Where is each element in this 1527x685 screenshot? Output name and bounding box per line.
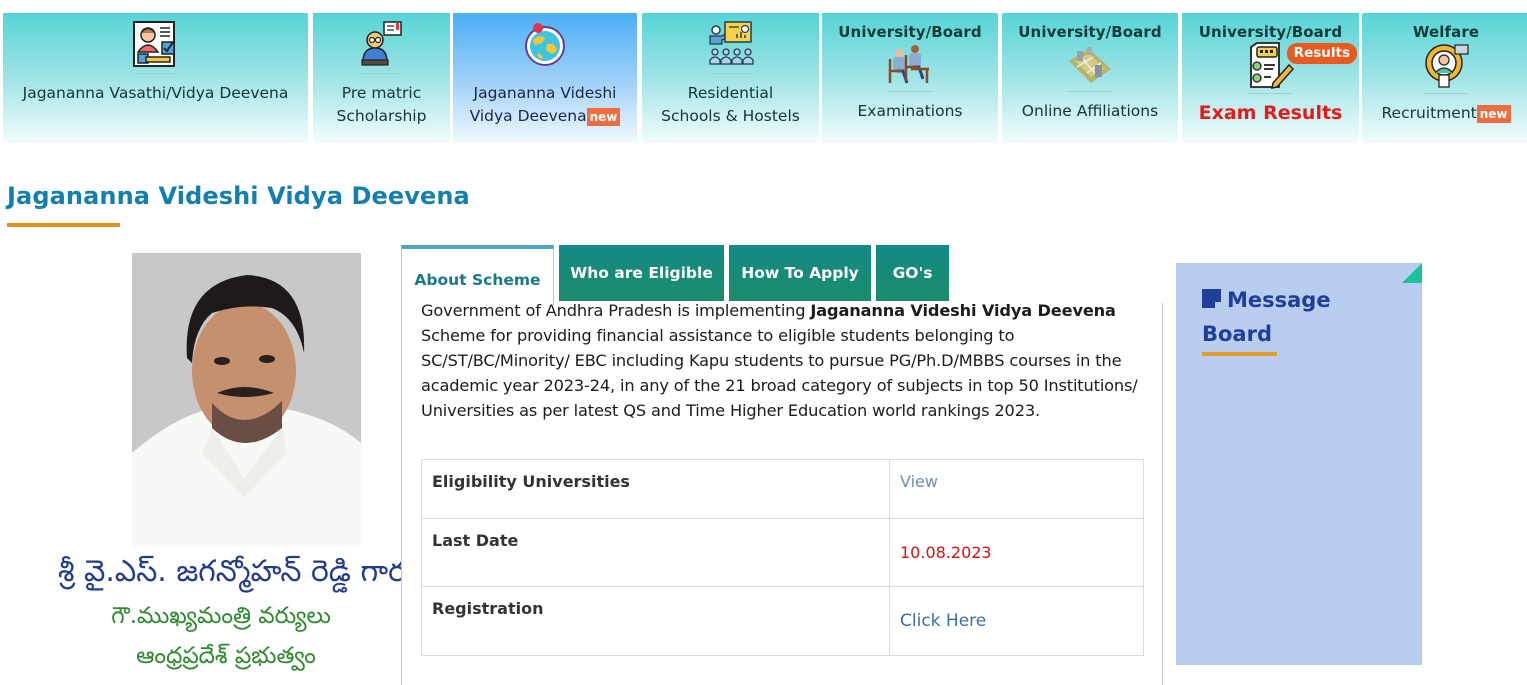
exam-students-icon bbox=[888, 45, 929, 84]
message-board-title-line1: Message bbox=[1227, 288, 1331, 312]
nav-card-online-affiliations[interactable]: University/Board Online Affiliations bbox=[1002, 13, 1178, 143]
table-row: Last Date 10.08.2023 bbox=[421, 518, 1144, 587]
application-form-icon bbox=[132, 21, 175, 67]
nav-card-pre-matric-scholarship[interactable]: Pre matric Scholarship bbox=[313, 13, 450, 143]
nav-card-exam-results[interactable]: University/Board Results Exam Results bbox=[1182, 13, 1359, 143]
title-underline bbox=[7, 223, 120, 227]
scheme-info-table: Eligibility Universities View Last Date … bbox=[421, 459, 1144, 656]
about-scheme-description: Government of Andhra Pradesh is implemen… bbox=[421, 298, 1146, 423]
nav-card-label-line1: Residential bbox=[687, 84, 774, 102]
tab-gos[interactable]: GO's bbox=[876, 245, 949, 301]
tab-about-scheme[interactable]: About Scheme bbox=[401, 245, 554, 305]
nav-card-label-line2: Vidya Deevena new bbox=[453, 105, 637, 128]
cm-designation-telugu: గౌ.ముఖ్యమంత్రి వర్యులు bbox=[111, 603, 331, 629]
cm-name-telugu: శ్రీ వై.ఎస్. జగన్మోహన్ రెడ్డి గారు bbox=[58, 554, 402, 589]
portrait-image bbox=[132, 253, 361, 546]
tab-how-to-apply[interactable]: How To Apply bbox=[729, 245, 871, 301]
page-fold-corner bbox=[1402, 263, 1422, 283]
content-panel-right-border bbox=[1162, 303, 1163, 685]
message-board-underline bbox=[1202, 352, 1277, 356]
student-reading-icon bbox=[360, 21, 402, 66]
nav-card-vasathi-vidya-deevena[interactable]: Jagananna Vasathi/Vidya Deevena bbox=[3, 13, 308, 143]
results-badge: Results bbox=[1286, 43, 1357, 64]
nav-card-head: University/Board bbox=[1198, 23, 1343, 41]
nav-card-university-examinations[interactable]: University/Board Examinations bbox=[822, 13, 998, 143]
nav-card-label-line2: Scholarship bbox=[336, 107, 427, 125]
page-title: Jagananna Videshi Vidya Deevena bbox=[7, 182, 470, 210]
cm-portrait-photo bbox=[132, 253, 361, 546]
registration-click-here-link[interactable]: Click Here bbox=[900, 611, 986, 631]
about-body: Scheme for providing financial assistanc… bbox=[421, 326, 1138, 420]
row-key: Registration bbox=[421, 586, 890, 656]
last-date-value: 10.08.2023 bbox=[900, 543, 992, 562]
cm-caption: శ్రీ వై.ఎస్. జగన్మోహన్ రెడ్డి గారు గౌ.ము… bbox=[40, 548, 402, 676]
campus-map-icon bbox=[1069, 47, 1111, 83]
message-board-title: Message Board bbox=[1202, 283, 1382, 351]
nav-card-label-text: Recruitment bbox=[1381, 104, 1477, 122]
about-scheme-name: Jagananna Videshi Vidya Deevena bbox=[810, 301, 1116, 320]
content-panel-left-border bbox=[401, 303, 402, 685]
nav-card-label: Recruitment new bbox=[1362, 102, 1527, 125]
tab-who-are-eligible[interactable]: Who are Eligible bbox=[559, 245, 724, 301]
nav-card-residential-schools-hostels[interactable]: Residential Schools & Hostels bbox=[642, 13, 819, 143]
nav-card-welfare-recruitment[interactable]: Welfare Recruitment new bbox=[1362, 13, 1527, 143]
nav-card-label-text: Vidya Deevena bbox=[469, 107, 587, 125]
sticky-note-icon bbox=[1202, 289, 1221, 308]
message-board-title-line2: Board bbox=[1202, 322, 1272, 346]
globe-icon bbox=[525, 23, 565, 66]
row-key: Last Date bbox=[421, 518, 890, 587]
new-badge: new bbox=[1476, 105, 1511, 123]
nav-card-label-line2: Schools & Hostels bbox=[661, 107, 800, 125]
new-badge: new bbox=[586, 108, 621, 126]
nav-card-head: University/Board bbox=[1018, 23, 1162, 41]
nav-card-label: Jagananna Vasathi/Vidya Deevena bbox=[22, 84, 289, 102]
nav-card-head: Welfare bbox=[1412, 23, 1480, 41]
nav-card-label: Examinations bbox=[857, 102, 963, 120]
nav-card-label: Online Affiliations bbox=[1021, 102, 1159, 120]
table-row: Registration Click Here bbox=[421, 586, 1144, 656]
nav-card-label-line1: Jagananna Videshi bbox=[473, 84, 617, 102]
cm-government-telugu: ఆంధ్రప్రదేశ్ ప్రభుత్వం bbox=[136, 643, 316, 669]
table-row: Eligibility Universities View bbox=[421, 459, 1144, 519]
message-board: Message Board bbox=[1176, 263, 1422, 665]
eligibility-universities-view-link[interactable]: View bbox=[900, 472, 938, 491]
exam-results-label: Exam Results bbox=[1198, 102, 1343, 124]
about-intro: Government of Andhra Pradesh is implemen… bbox=[421, 301, 811, 320]
nav-card-label-line1: Pre matric bbox=[341, 84, 422, 102]
recruitment-gear-icon bbox=[1425, 44, 1469, 88]
classroom-icon bbox=[708, 21, 754, 65]
nav-card-videshi-vidya-deevena[interactable]: Jagananna Videshi Vidya Deevena new bbox=[453, 13, 637, 143]
nav-card-head: University/Board bbox=[838, 23, 982, 41]
row-key: Eligibility Universities bbox=[421, 459, 890, 519]
